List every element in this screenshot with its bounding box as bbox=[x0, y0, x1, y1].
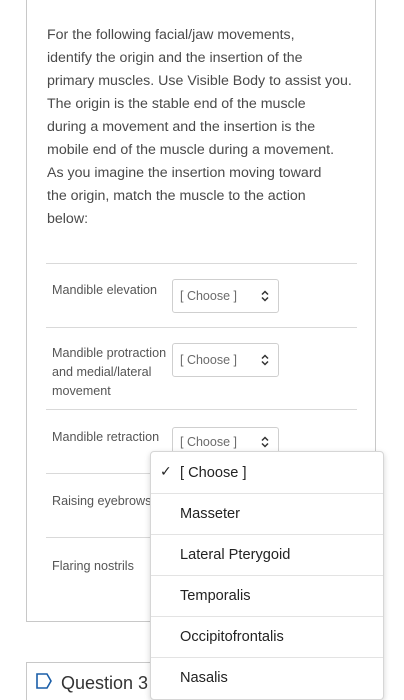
select-arrows-icon bbox=[261, 436, 269, 448]
answer-select[interactable]: [ Choose ] bbox=[172, 279, 279, 313]
answer-select[interactable]: [ Choose ] bbox=[172, 427, 279, 453]
dropdown-option-temporalis[interactable]: Temporalis bbox=[151, 575, 383, 616]
quiz-page: For the following facial/jaw movements, … bbox=[0, 0, 404, 700]
row-label: Mandible retraction bbox=[52, 430, 160, 444]
select-arrows-icon bbox=[261, 354, 269, 366]
dropdown-option-masseter[interactable]: Masseter bbox=[151, 493, 383, 534]
prompt-line: As you imagine the insertion moving towa… bbox=[47, 165, 322, 181]
match-row-mandible-elevation: Mandible elevation [ Choose ] bbox=[46, 263, 357, 328]
row-label: Mandible elevation bbox=[52, 283, 158, 297]
prompt-line: the origin, match the muscle to the acti… bbox=[47, 188, 306, 204]
next-question-label: Question 3 bbox=[61, 673, 149, 693]
answer-select[interactable]: [ Choose ] bbox=[172, 343, 279, 377]
answer-options-dropdown: ✓ [ Choose ] Masseter Lateral Pterygoid … bbox=[150, 451, 384, 700]
prompt-line: identify the origin and the insertion of… bbox=[47, 50, 303, 66]
question-prompt: For the following facial/jaw movements, … bbox=[47, 24, 362, 231]
prompt-line: primary muscles. Use Visible Body to ass… bbox=[47, 73, 352, 89]
dropdown-option-lateral-pterygoid[interactable]: Lateral Pterygoid bbox=[151, 534, 383, 575]
prompt-line: during a movement and the insertion is t… bbox=[47, 119, 316, 135]
match-row-mandible-protraction: Mandible protraction and medial/lateral … bbox=[46, 327, 357, 410]
dropdown-option-occipitofrontalis[interactable]: Occipitofrontalis bbox=[151, 616, 383, 657]
dropdown-option-choose[interactable]: ✓ [ Choose ] bbox=[151, 452, 383, 493]
select-arrows-icon bbox=[261, 290, 269, 302]
select-value: [ Choose ] bbox=[180, 435, 237, 449]
dropdown-option-nasalis[interactable]: Nasalis bbox=[151, 657, 383, 698]
prompt-line: mobile end of the muscle during a moveme… bbox=[47, 142, 335, 158]
prompt-line: The origin is the stable end of the musc… bbox=[47, 96, 306, 112]
select-value: [ Choose ] bbox=[180, 353, 237, 367]
flag-outline-icon[interactable] bbox=[35, 672, 53, 690]
prompt-line: For the following facial/jaw movements, bbox=[47, 27, 295, 43]
prompt-line: below: bbox=[47, 211, 89, 227]
row-label: Mandible protraction and medial/lateral … bbox=[52, 346, 167, 398]
checkmark-icon: ✓ bbox=[160, 463, 172, 479]
select-value: [ Choose ] bbox=[180, 289, 237, 303]
